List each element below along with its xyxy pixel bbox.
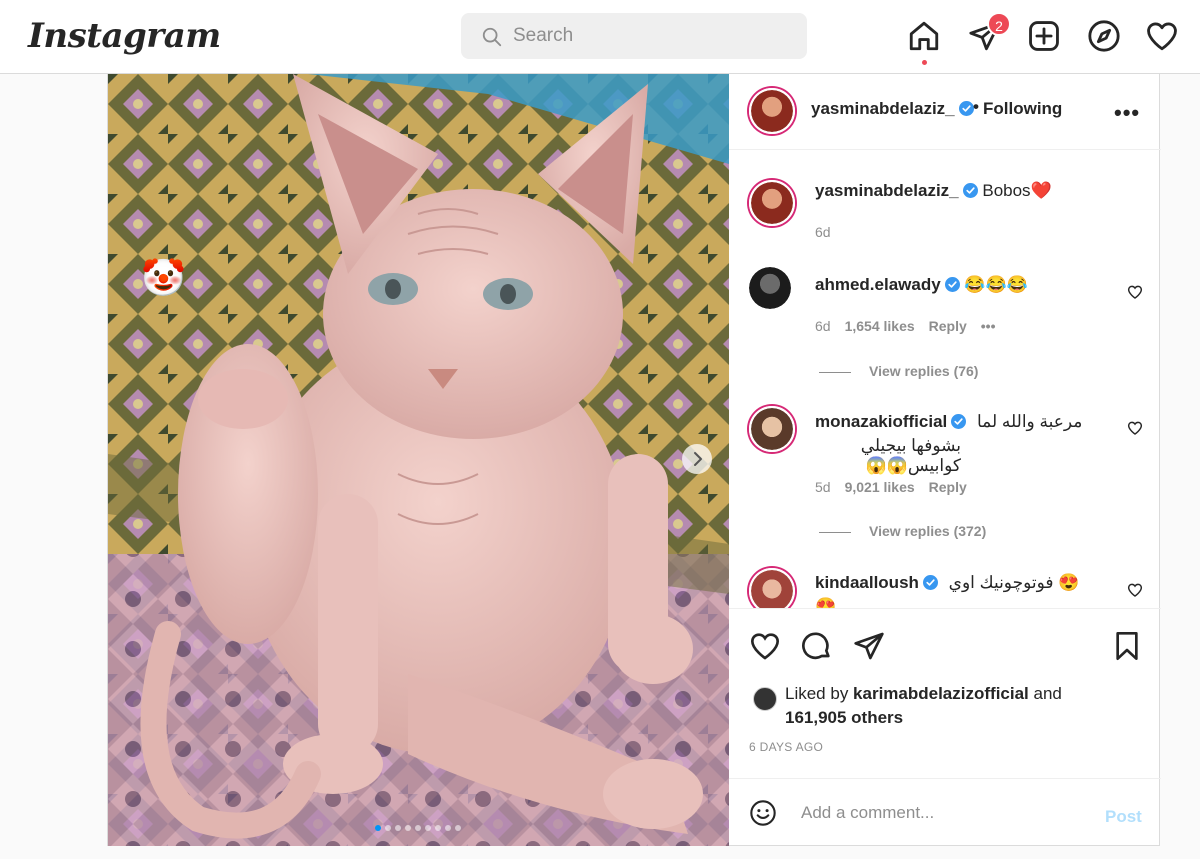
comment-meta: 5d 9,021 likes Reply — [815, 479, 981, 495]
like-heart-icon[interactable] — [749, 630, 781, 662]
comment-body-line1: مرعبة والله لما — [977, 412, 1083, 431]
comment-more-button[interactable]: ••• — [981, 318, 996, 334]
replies-divider — [819, 371, 851, 373]
chevron-right-icon — [694, 452, 702, 466]
reply-button[interactable]: Reply — [929, 479, 967, 495]
add-comment-bar: Post — [729, 778, 1161, 846]
smiley-icon[interactable] — [749, 799, 777, 827]
post-photo[interactable]: 🤡 — [108, 74, 729, 846]
comment-body: فوتوچونيك اوي 😍 — [948, 573, 1080, 592]
view-replies-label: View replies (76) — [869, 363, 979, 379]
explore-icon[interactable] — [1087, 19, 1121, 53]
carousel-dot — [425, 825, 431, 831]
post-header: yasminabdelaziz_ • Following ••• — [729, 74, 1161, 150]
search-icon — [482, 27, 502, 47]
author-avatar[interactable] — [749, 88, 795, 134]
carousel-dot — [445, 825, 451, 831]
carousel-next-button[interactable] — [682, 444, 712, 474]
liked-by-user[interactable]: karimabdelazizofficial — [853, 684, 1029, 703]
carousel-dot — [405, 825, 411, 831]
active-page-indicator — [922, 60, 927, 65]
post-modal: 🤡 yasminabdelaziz_ • Following ••• yasmi… — [107, 74, 1161, 846]
comment-text: monazakiofficial مرعبة والله لما — [815, 412, 1082, 432]
view-replies-button[interactable]: View replies (372) — [819, 523, 986, 539]
instagram-logo[interactable]: Instagram — [28, 16, 221, 56]
liked-by-text: Liked by karimabdelazizofficial and 161,… — [785, 682, 1145, 730]
direct-unread-badge: 2 — [987, 12, 1011, 36]
comment-like-heart-icon[interactable] — [1127, 284, 1143, 300]
sphynx-cat-photo — [108, 74, 729, 846]
carousel-dot — [435, 825, 441, 831]
following-button[interactable]: Following — [983, 99, 1062, 119]
comment-text: kindaalloush فوتوچونيك اوي 😍 — [815, 573, 1079, 593]
reply-button[interactable]: Reply — [929, 318, 967, 334]
verified-badge-icon — [951, 414, 967, 429]
carousel-dot — [385, 825, 391, 831]
add-comment-input[interactable] — [801, 799, 1091, 827]
comments-list: yasminabdelaziz_ Bobos❤️ 6d ahmed.elawad… — [729, 150, 1161, 608]
caption-meta: 6d — [815, 224, 845, 240]
view-replies-button[interactable]: View replies (76) — [819, 363, 978, 379]
liked-by-avatar[interactable] — [753, 687, 777, 711]
caption-time[interactable]: 6d — [815, 224, 831, 240]
replies-divider — [819, 531, 851, 533]
comment-time[interactable]: 6d — [815, 318, 831, 334]
post-comment-button[interactable]: Post — [1105, 807, 1142, 827]
verified-badge-icon — [958, 101, 974, 116]
caption-username[interactable]: yasminabdelaziz_ — [815, 181, 959, 200]
carousel-dot — [375, 825, 381, 831]
author-username-row[interactable]: yasminabdelaziz_ — [811, 99, 974, 119]
liked-by-and: and — [1028, 684, 1062, 703]
post-timestamp[interactable]: 6 DAYS AGO — [749, 740, 823, 754]
search-box[interactable] — [461, 13, 807, 59]
carousel-dot — [415, 825, 421, 831]
header-separator: • — [973, 97, 979, 116]
view-replies-label: View replies (372) — [869, 523, 987, 539]
caption-avatar[interactable] — [749, 180, 795, 226]
liked-by-prefix: Liked by — [785, 684, 854, 703]
carousel-indicator — [375, 818, 465, 836]
carousel-dot — [395, 825, 401, 831]
share-icon[interactable] — [853, 630, 885, 662]
comment-like-heart-icon[interactable] — [1127, 420, 1143, 436]
comment-avatar[interactable] — [749, 568, 795, 608]
more-options-button[interactable]: ••• — [1114, 100, 1140, 126]
comment-username[interactable]: monazakiofficial — [815, 412, 947, 431]
comment-body-overflow: 😍 — [815, 597, 837, 608]
comment-text: ahmed.elawady 😂😂😂 — [815, 275, 1028, 295]
comment-body-line2: بشوفها بيجيلي كوابيس😱😱 — [860, 436, 961, 475]
comment-avatar[interactable] — [749, 406, 795, 452]
verified-badge-icon — [962, 183, 978, 198]
comment-body: 😂😂😂 — [964, 275, 1028, 294]
home-icon[interactable] — [907, 19, 941, 53]
comment-like-heart-icon[interactable] — [1127, 582, 1143, 598]
comment-username[interactable]: ahmed.elawady — [815, 275, 941, 294]
comment-meta: 6d 1,654 likes Reply ••• — [815, 318, 1009, 334]
comment-icon[interactable] — [801, 630, 833, 662]
author-username[interactable]: yasminabdelaziz_ — [811, 99, 955, 118]
carousel-dot — [455, 825, 461, 831]
verified-badge-icon — [944, 277, 960, 292]
activity-heart-icon[interactable] — [1145, 19, 1179, 53]
comment-avatar[interactable] — [749, 267, 791, 309]
comment-likes[interactable]: 9,021 likes — [845, 479, 915, 495]
comment-time[interactable]: 5d — [815, 479, 831, 495]
post-side-panel: yasminabdelaziz_ • Following ••• yasmina… — [729, 74, 1161, 846]
caption-text: yasminabdelaziz_ Bobos❤️ — [815, 181, 1052, 201]
new-post-icon[interactable] — [1027, 19, 1061, 53]
caption-body: Bobos❤️ — [982, 181, 1052, 200]
likes-count[interactable]: 161,905 others — [785, 708, 903, 727]
comment-username[interactable]: kindaalloush — [815, 573, 919, 592]
top-navigation-bar: Instagram 2 — [0, 0, 1200, 74]
clown-sticker: 🤡 — [141, 257, 186, 298]
search-input[interactable] — [513, 13, 793, 59]
comment-likes[interactable]: 1,654 likes — [845, 318, 915, 334]
verified-badge-icon — [922, 575, 938, 590]
save-bookmark-icon[interactable] — [1111, 630, 1143, 662]
